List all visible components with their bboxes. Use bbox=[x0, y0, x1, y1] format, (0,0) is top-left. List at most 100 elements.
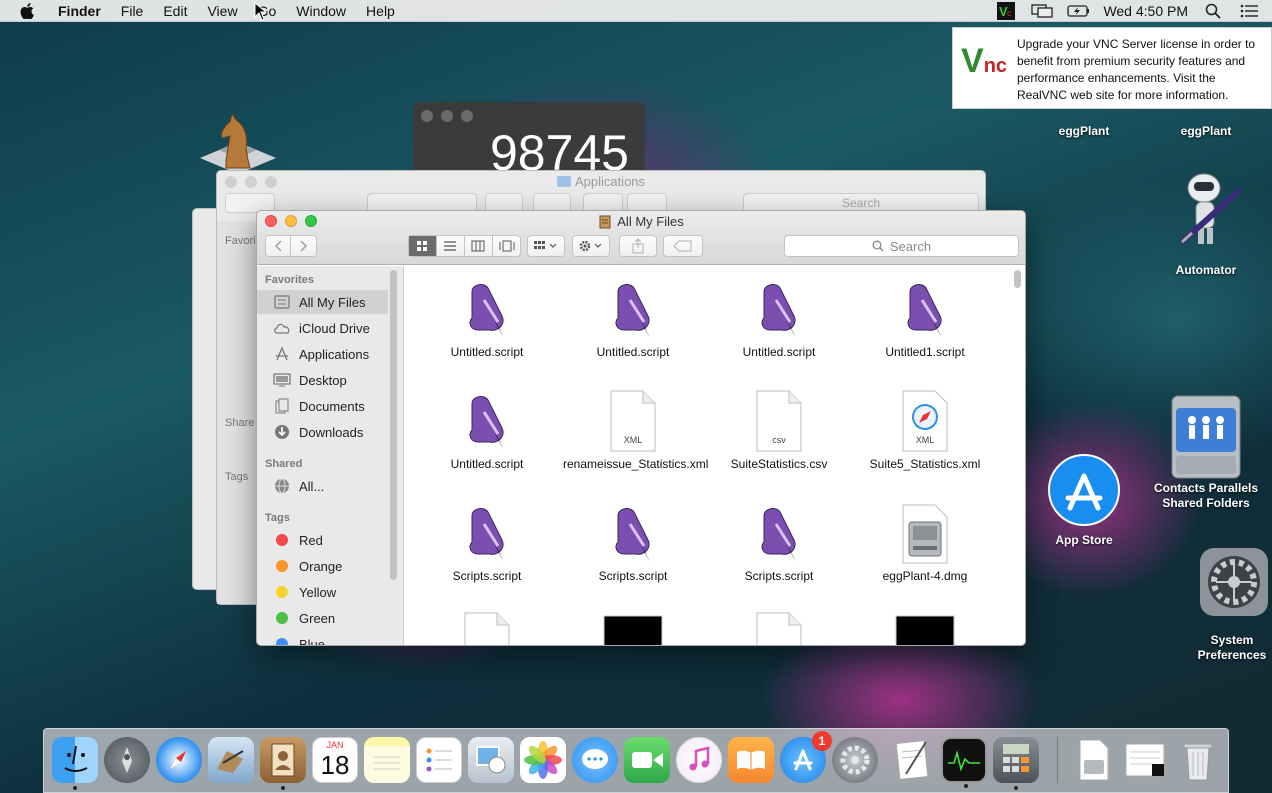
file-item[interactable]: Scripts.script bbox=[563, 500, 703, 584]
list-view-button[interactable] bbox=[437, 236, 465, 256]
calculator-minimize-button[interactable] bbox=[441, 110, 453, 122]
dock-launchpad-icon[interactable] bbox=[104, 737, 150, 783]
script-file-icon bbox=[457, 276, 517, 340]
desktop-icon-eggplant-2[interactable]: eggPlant bbox=[1166, 124, 1246, 139]
dock-calculator-icon[interactable] bbox=[993, 737, 1039, 790]
menubar-clock[interactable]: Wed 4:50 PM bbox=[1103, 3, 1188, 19]
sidebar-item-shared-all[interactable]: All... bbox=[257, 474, 388, 498]
tag-icon bbox=[673, 240, 692, 252]
file-item[interactable]: Scripts.script bbox=[417, 500, 557, 584]
file-item[interactable]: XML renameissue_Statistics.xml bbox=[563, 388, 708, 472]
dock-itunes-icon[interactable] bbox=[676, 737, 722, 783]
sidebar-item-desktop[interactable]: Desktop bbox=[257, 368, 388, 392]
file-type-label: XML bbox=[915, 435, 935, 445]
desktop-icon-eggplant-1[interactable]: eggPlant bbox=[1044, 124, 1124, 139]
file-item[interactable] bbox=[563, 612, 703, 645]
sidebar-tag-yellow[interactable]: Yellow bbox=[257, 580, 388, 604]
action-button[interactable] bbox=[572, 235, 610, 257]
icon-grid-icon bbox=[417, 241, 427, 251]
dock-calendar-icon[interactable]: JAN 18 bbox=[312, 737, 358, 783]
file-item[interactable]: Untitled.script bbox=[563, 276, 703, 360]
desktop-icon-app-store[interactable]: App Store bbox=[1040, 454, 1128, 548]
display-mirror-icon[interactable] bbox=[1031, 3, 1054, 19]
menu-file[interactable]: File bbox=[111, 3, 154, 19]
spotlight-search-icon[interactable] bbox=[1202, 3, 1224, 19]
dock-mail-icon[interactable] bbox=[208, 737, 254, 783]
desktop-icon-label: eggPlant bbox=[1058, 124, 1110, 138]
menu-help[interactable]: Help bbox=[356, 3, 405, 19]
menu-window[interactable]: Window bbox=[286, 3, 356, 19]
desktop-icon-system-preferences[interactable]: System Preferences bbox=[1190, 546, 1272, 663]
calculator-close-button[interactable] bbox=[421, 110, 433, 122]
dock-documents-stack-icon[interactable] bbox=[1071, 737, 1117, 783]
dock-app-store-icon[interactable]: 1 bbox=[780, 731, 832, 783]
sidebar-tag-blue[interactable]: Blue bbox=[257, 632, 388, 645]
apple-menu-icon[interactable] bbox=[18, 2, 36, 20]
script-file-icon bbox=[603, 276, 663, 340]
dock-downloads-stack-icon[interactable] bbox=[1123, 737, 1169, 783]
dock-textedit-icon[interactable] bbox=[889, 737, 935, 783]
sidebar-item-downloads[interactable]: Downloads bbox=[257, 420, 388, 444]
menu-edit[interactable]: Edit bbox=[153, 3, 197, 19]
back-button[interactable] bbox=[266, 236, 291, 256]
file-item[interactable]: eggPlant-4.dmg bbox=[855, 500, 995, 584]
cover-flow-button[interactable] bbox=[493, 236, 521, 256]
file-item[interactable]: Untitled.script bbox=[417, 276, 557, 360]
sidebar-item-applications[interactable]: Applications bbox=[257, 342, 388, 366]
content-scrollbar[interactable] bbox=[1014, 270, 1021, 288]
dock-messages-icon[interactable] bbox=[572, 737, 618, 783]
column-view-button[interactable] bbox=[465, 236, 493, 256]
vnc-status-icon[interactable]: Vc bbox=[995, 1, 1017, 20]
sidebar-tag-orange[interactable]: Orange bbox=[257, 554, 388, 578]
battery-icon[interactable] bbox=[1067, 3, 1090, 19]
sidebar-item-all-my-files[interactable]: All My Files bbox=[257, 290, 388, 314]
sidebar-tag-red[interactable]: Red bbox=[257, 528, 388, 552]
mouse-cursor-icon bbox=[254, 2, 268, 21]
file-item[interactable]: XML Suite5_Statistics.xml bbox=[855, 388, 995, 472]
menu-view[interactable]: View bbox=[197, 3, 247, 19]
dock-finder-icon[interactable] bbox=[52, 737, 98, 790]
sidebar-item-icloud-drive[interactable]: iCloud Drive bbox=[257, 316, 388, 340]
notification-center-icon[interactable] bbox=[1238, 3, 1260, 19]
forward-button[interactable] bbox=[291, 236, 316, 256]
xml-document-icon: XML bbox=[603, 388, 663, 452]
dock-contacts-icon[interactable] bbox=[260, 737, 306, 790]
share-button[interactable] bbox=[619, 235, 657, 257]
desktop-icon-automator[interactable]: Automator bbox=[1162, 168, 1250, 278]
file-item[interactable]: csv SuiteStatistics.csv bbox=[709, 388, 849, 472]
sidebar-tag-green[interactable]: Green bbox=[257, 606, 388, 630]
dock-trash-icon[interactable] bbox=[1175, 737, 1221, 783]
applications-icon bbox=[273, 346, 291, 362]
file-item[interactable] bbox=[417, 612, 557, 645]
calendar-month: JAN bbox=[326, 740, 344, 750]
dock-preview-icon[interactable] bbox=[468, 737, 514, 783]
edit-tags-button[interactable] bbox=[663, 235, 703, 257]
icon-view-button[interactable] bbox=[408, 236, 437, 256]
dock-system-preferences-icon[interactable] bbox=[832, 737, 878, 783]
menu-finder[interactable]: Finder bbox=[48, 3, 111, 19]
file-item[interactable]: Scripts.script bbox=[709, 500, 849, 584]
search-field[interactable]: Search bbox=[784, 235, 1019, 257]
file-item[interactable]: Untitled.script bbox=[709, 276, 849, 360]
dock-reminders-icon[interactable] bbox=[416, 737, 462, 783]
finder-window-all-my-files[interactable]: All My Files Search Favorites All My Fil… bbox=[256, 210, 1026, 646]
dock-facetime-icon[interactable] bbox=[624, 737, 670, 783]
file-name: Suite5_Statistics.xml bbox=[869, 457, 981, 471]
sidebar-item-documents[interactable]: Documents bbox=[257, 394, 388, 418]
finder-toolbar: All My Files Search bbox=[257, 211, 1025, 265]
dock-ibooks-icon[interactable] bbox=[728, 737, 774, 783]
dock-activity-monitor-icon[interactable] bbox=[941, 737, 987, 788]
black-thumbnail-icon bbox=[895, 612, 955, 645]
desktop-icon-parallels-shared[interactable]: Contacts Parallels Shared Folders bbox=[1150, 392, 1262, 511]
dock-safari-icon[interactable] bbox=[156, 737, 202, 783]
dock-photos-icon[interactable] bbox=[520, 737, 566, 783]
vnc-license-notification[interactable]: Vnc Upgrade your VNC Server license in o… bbox=[952, 27, 1272, 109]
file-item[interactable] bbox=[709, 612, 849, 645]
file-item[interactable]: Untitled1.script bbox=[855, 276, 995, 360]
sidebar-scrollbar[interactable] bbox=[390, 270, 397, 580]
file-item[interactable]: Untitled.script bbox=[417, 388, 557, 472]
arrange-button[interactable] bbox=[527, 235, 565, 257]
dock-notes-icon[interactable] bbox=[364, 737, 410, 783]
calculator-zoom-button[interactable] bbox=[461, 110, 473, 122]
file-item[interactable] bbox=[855, 612, 995, 645]
